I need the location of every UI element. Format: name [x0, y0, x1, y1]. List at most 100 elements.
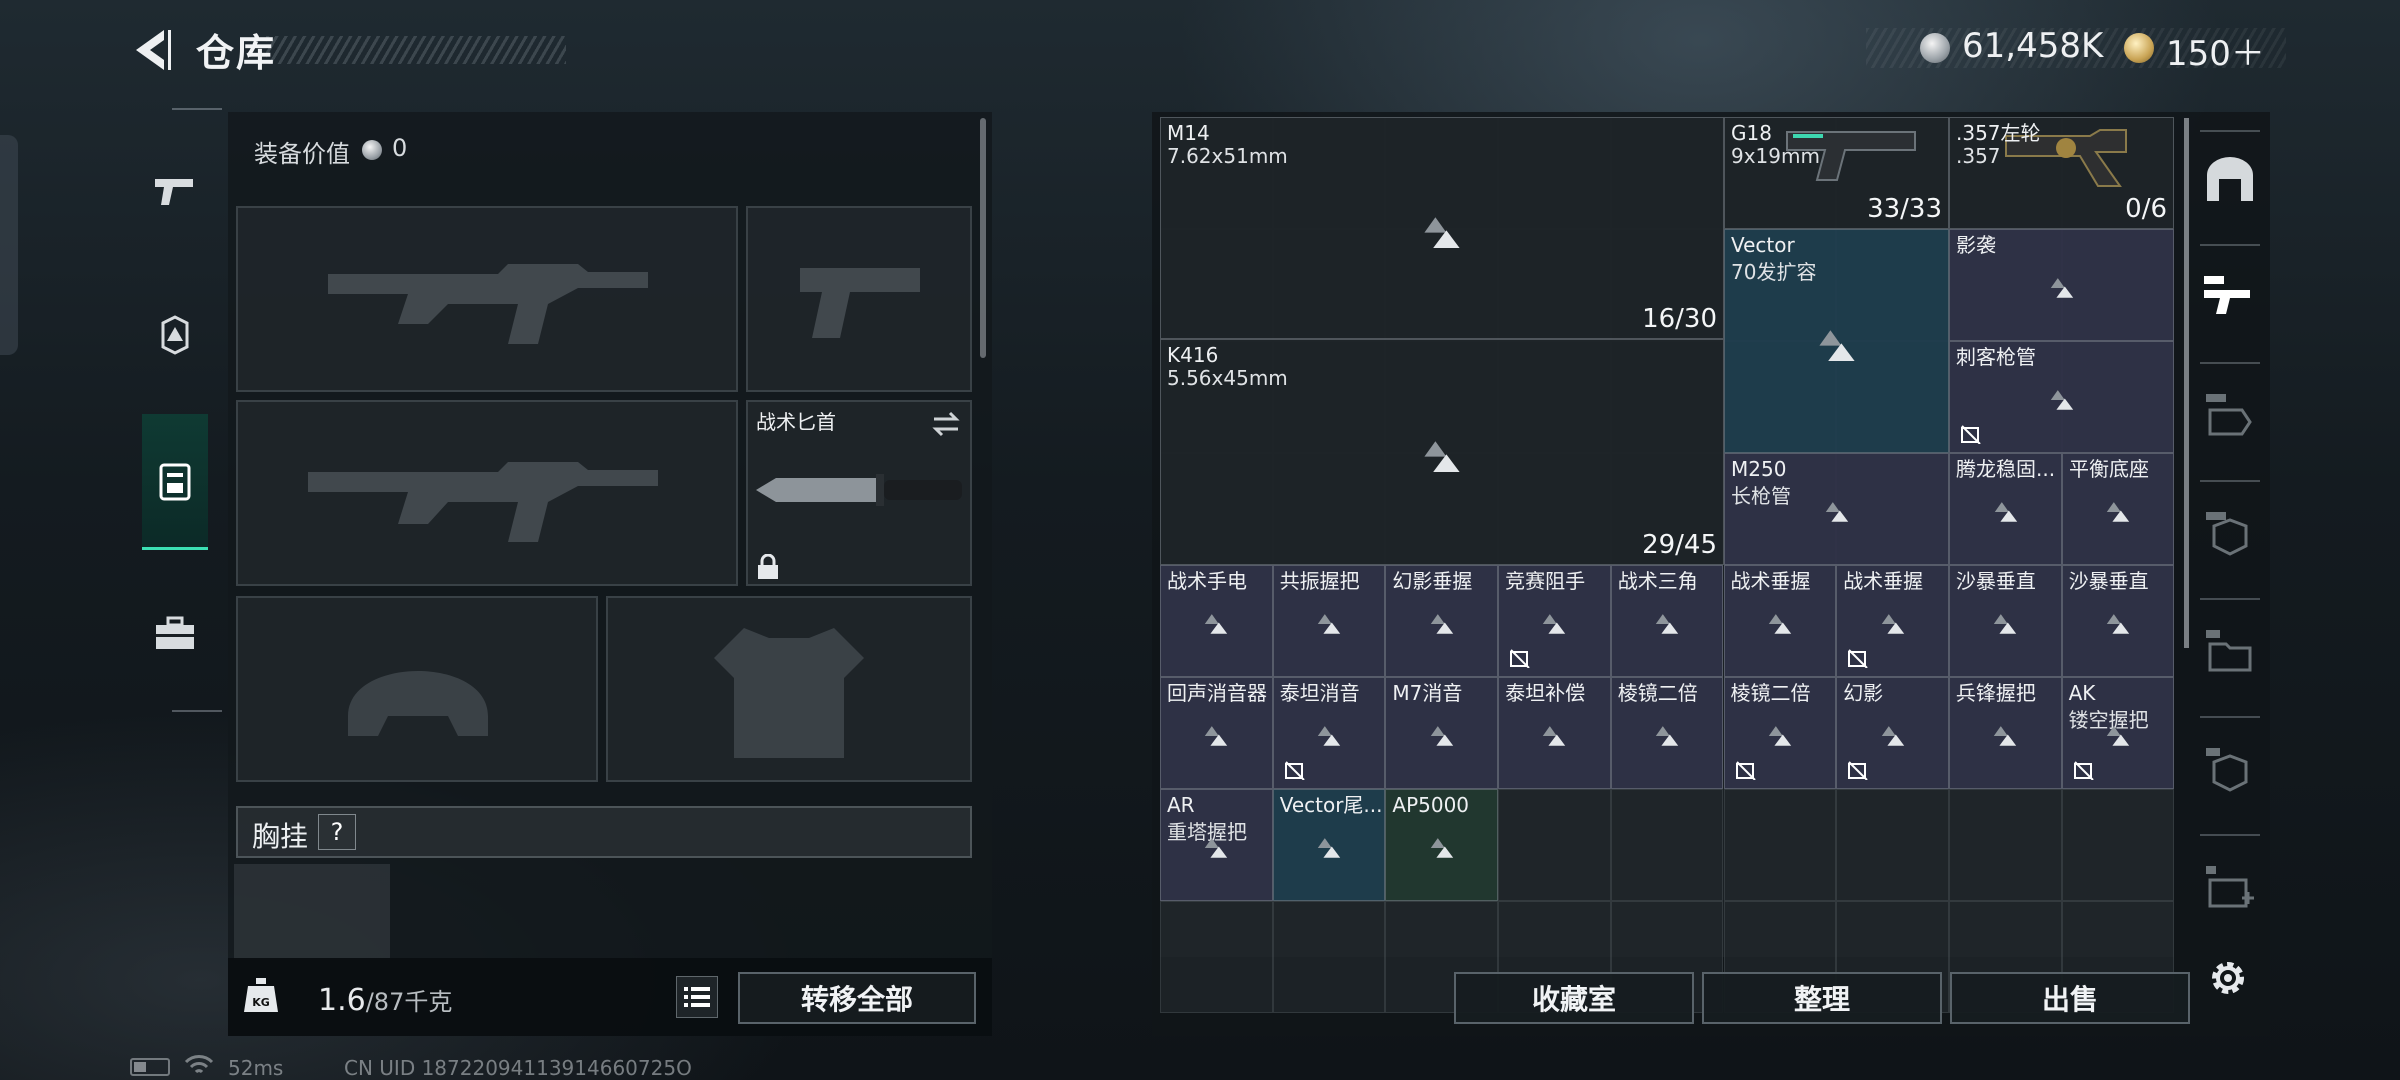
item-name: 幻影垂握	[1392, 569, 1473, 593]
item-name: G18	[1731, 121, 1772, 145]
grid-cell[interactable]	[1272, 901, 1386, 1013]
inventory-item-m250-barrel[interactable]: M250 长枪管	[1724, 453, 1949, 565]
inventory-scrollbar[interactable]	[2184, 118, 2189, 648]
inventory-item-assassin-barrel[interactable]: 刺客枪管	[1949, 341, 2174, 453]
back-arrow-icon[interactable]	[128, 26, 176, 74]
placeholder-triangle-icon	[1205, 726, 1228, 746]
grid-cell[interactable]	[1948, 789, 2062, 901]
inventory-item-357-revolver[interactable]: .357左轮 .357 0/6	[1949, 117, 2174, 229]
grid-cell[interactable]	[1498, 789, 1611, 901]
inventory-item-attachment[interactable]: 沙暴垂直	[2061, 565, 2175, 677]
right-nav-divider	[2200, 130, 2260, 132]
item-name: 刺客枪管	[1956, 345, 2036, 369]
iv-folder-icon	[2206, 630, 2252, 672]
chest-rig-slot[interactable]	[234, 864, 390, 960]
inventory-item-attachment[interactable]: 棱镜二倍	[1723, 677, 1837, 789]
inventory-item-attachment[interactable]: 幻影	[1836, 677, 1949, 789]
placeholder-triangle-icon	[1881, 726, 1904, 746]
right-nav-gti-3[interactable]	[2198, 492, 2262, 572]
placeholder-triangle-icon	[2106, 502, 2130, 522]
inventory-item-attachment[interactable]: 战术垂握	[1723, 565, 1837, 677]
chest-rig-label: 胸挂	[252, 820, 309, 853]
placeholder-triangle-icon	[1768, 726, 1792, 746]
right-nav-iv-2[interactable]	[2198, 728, 2262, 808]
item-sub: 5.56x45mm	[1167, 366, 1288, 390]
inventory-item-attachment[interactable]: 泰坦补偿	[1498, 677, 1611, 789]
inventory-item-attachment[interactable]: 沙暴垂直	[1948, 565, 2062, 677]
inventory-item-attachment[interactable]: AR 重塔握把	[1160, 789, 1273, 901]
gold-amount[interactable]: 150＋	[2166, 26, 2265, 75]
inventory-item-attachment[interactable]: 回声消音器	[1160, 677, 1273, 789]
inventory-item-attachment[interactable]: M7消音	[1385, 677, 1499, 789]
right-nav-gti-1[interactable]	[2198, 256, 2262, 336]
placeholder-triangle-icon	[1881, 614, 1904, 634]
iv-armor-icon	[2206, 748, 2248, 792]
right-nav-overview[interactable]	[2198, 140, 2262, 220]
side-drawer-tab[interactable]	[0, 135, 18, 355]
inventory-item-vector-mag[interactable]: Vector 70发扩容	[1724, 229, 1949, 453]
pistol-slot[interactable]	[746, 206, 972, 392]
inventory-item-attachment[interactable]: 竞赛阻手	[1498, 565, 1611, 677]
swap-icon[interactable]	[930, 410, 962, 438]
inventory-item-attachment[interactable]: Vector尾...	[1272, 789, 1386, 901]
inventory-item-tenglong[interactable]: 腾龙稳固...	[1949, 453, 2062, 565]
primary-weapon-slot[interactable]	[236, 206, 738, 392]
nav-backpack[interactable]	[142, 414, 208, 550]
sell-button[interactable]: 出售	[1950, 972, 2190, 1024]
inventory-item-k416[interactable]: K416 5.56x45mm 29/45	[1160, 339, 1724, 565]
knife-icon	[756, 474, 962, 506]
grid-cell[interactable]	[2061, 789, 2175, 901]
transfer-all-button[interactable]: 转移全部	[738, 972, 976, 1024]
inventory-item-attachment[interactable]: 共振握把	[1272, 565, 1386, 677]
inventory-item-yingxi[interactable]: 影袭	[1949, 229, 2174, 341]
loadout-scrollbar[interactable]	[980, 118, 986, 358]
inventory-item-m14[interactable]: M14 7.62x51mm 16/30	[1160, 117, 1724, 339]
inventory-item-attachment[interactable]: 棱镜二倍	[1610, 677, 1724, 789]
settings-gear-icon[interactable]	[2206, 956, 2250, 1000]
no-trade-icon	[1284, 761, 1305, 780]
nav-weapons[interactable]	[142, 146, 208, 236]
right-nav-iv-1[interactable]	[2198, 610, 2262, 690]
item-name: 战术垂握	[1843, 569, 1924, 593]
no-trade-icon	[1510, 649, 1530, 668]
item-name: 沙暴垂直	[2068, 569, 2149, 593]
item-name: K416	[1167, 343, 1219, 367]
grid-cell[interactable]	[1723, 789, 1837, 901]
inventory-item-attachment[interactable]: 泰坦消音	[1272, 677, 1386, 789]
melee-slot[interactable]: 战术匕首	[746, 400, 972, 586]
grid-cell[interactable]	[1160, 901, 1273, 1013]
grid-cell[interactable]	[1610, 789, 1724, 901]
item-name: 战术三角	[1617, 569, 1698, 593]
help-icon[interactable]: ?	[318, 814, 356, 850]
nav-helmet[interactable]	[142, 290, 208, 380]
item-name: 共振握把	[1279, 569, 1360, 593]
nav-toolbox[interactable]	[142, 588, 208, 678]
inventory-item-g18[interactable]: G18 9x19mm 33/33	[1724, 117, 1949, 229]
grid-cell[interactable]	[1836, 789, 1949, 901]
inventory-item-attachment[interactable]: 幻影垂握	[1385, 565, 1499, 677]
inventory-item-attachment[interactable]: 战术垂握	[1836, 565, 1949, 677]
body-armor-slot[interactable]	[606, 596, 972, 782]
inventory-item-balance-base[interactable]: 平衡底座	[2062, 453, 2174, 565]
inventory-item-attachment[interactable]: 战术手电	[1160, 565, 1273, 677]
right-nav-gti-2[interactable]	[2198, 374, 2262, 454]
right-nav-ii[interactable]	[2198, 846, 2262, 926]
right-nav-divider	[2200, 834, 2260, 836]
no-trade-icon	[1735, 761, 1756, 780]
inventory-item-attachment[interactable]: 兵锋握把	[1948, 677, 2062, 789]
item-name: AK	[2068, 681, 2096, 705]
weight-max: /87千克	[365, 988, 453, 1016]
inventory-item-attachment[interactable]: AK 镂空握把	[2061, 677, 2175, 789]
helmet-slot[interactable]	[236, 596, 598, 782]
secondary-weapon-slot[interactable]	[236, 400, 738, 586]
item-count: 16/30	[1642, 304, 1717, 334]
item-name: M7消音	[1392, 681, 1463, 705]
ii-medkit-icon	[2206, 866, 2254, 908]
inventory-item-attachment[interactable]: 战术三角	[1610, 565, 1724, 677]
inventory-item-attachment[interactable]: AP5000	[1385, 789, 1499, 901]
placeholder-triangle-icon	[1818, 330, 1855, 362]
item-sub: .357	[1956, 144, 2001, 168]
collection-room-button[interactable]: 收藏室	[1454, 972, 1694, 1024]
list-view-button[interactable]	[676, 976, 718, 1018]
sort-button[interactable]: 整理	[1702, 972, 1942, 1024]
